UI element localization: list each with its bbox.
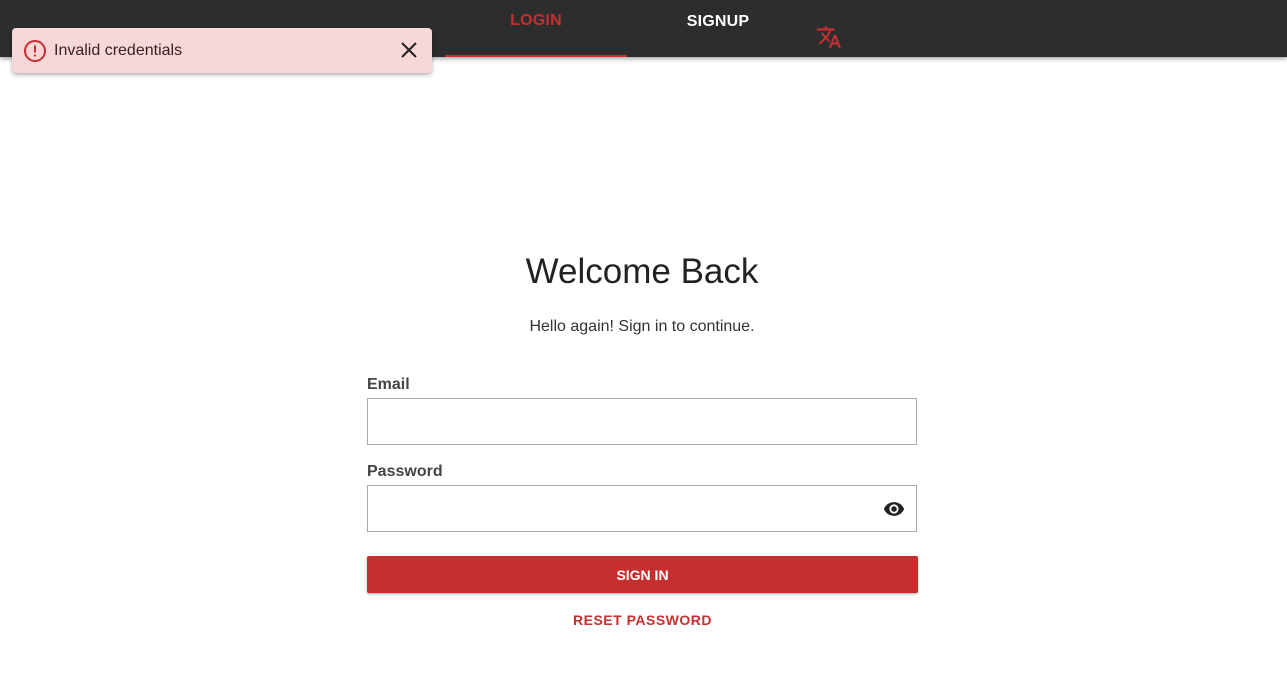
eye-icon[interactable] — [882, 498, 906, 520]
page-subtitle: Hello again! Sign in to continue. — [529, 318, 755, 335]
sign-in-button[interactable]: SIGN IN — [367, 556, 918, 593]
translate-icon[interactable] — [815, 24, 843, 50]
tab-login[interactable]: LOGIN — [445, 0, 627, 57]
reset-password-link[interactable]: RESET PASSWORD — [367, 612, 918, 628]
page-title: Welcome Back — [525, 252, 759, 291]
error-toast: Invalid credentials — [12, 28, 432, 73]
email-field-box — [367, 398, 917, 445]
email-label: Email — [367, 376, 410, 393]
email-field[interactable] — [368, 399, 916, 444]
password-field-box — [367, 485, 917, 532]
close-icon[interactable] — [398, 39, 420, 61]
tab-signup[interactable]: SIGNUP — [627, 0, 809, 57]
password-field[interactable] — [368, 486, 916, 531]
error-icon — [23, 39, 47, 63]
toast-message: Invalid credentials — [54, 41, 183, 59]
password-label: Password — [367, 463, 443, 480]
